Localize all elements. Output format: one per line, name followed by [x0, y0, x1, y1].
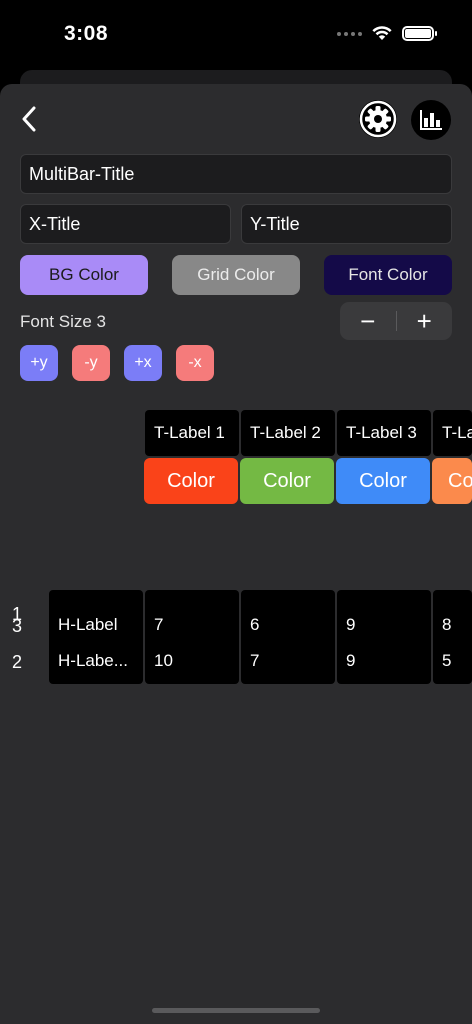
column-color-button[interactable]: Co [432, 458, 472, 504]
remove-column-button[interactable]: -x [176, 345, 214, 381]
column-color-button[interactable]: Color [240, 458, 334, 504]
status-time: 3:08 [64, 22, 109, 45]
back-button[interactable] [14, 102, 44, 136]
cellular-signal-icon [337, 31, 362, 36]
add-row-button[interactable]: +y [20, 345, 58, 381]
editor-sheet: MultiBar-Title X-Title Y-Title BG Color … [0, 84, 472, 1024]
font-size-stepper: − + [340, 302, 452, 340]
chevron-left-icon [22, 106, 36, 132]
add-column-button[interactable]: +x [124, 345, 162, 381]
data-cell[interactable]: 7 [145, 602, 239, 648]
home-indicator[interactable] [152, 1008, 320, 1013]
font-size-label: Font Size 3 [20, 312, 106, 331]
bar-chart-icon [420, 110, 442, 130]
bg-color-button[interactable]: BG Color [20, 255, 148, 295]
status-icons [337, 26, 437, 41]
battery-icon [402, 26, 437, 41]
data-cell[interactable]: 8 [433, 602, 472, 648]
column-header[interactable]: T-Label 3 [337, 410, 431, 456]
increment-button[interactable]: + [397, 302, 453, 340]
grid-color-button[interactable]: Grid Color [172, 255, 300, 295]
remove-row-button[interactable]: -y [72, 345, 110, 381]
row-number: 2 [12, 652, 23, 672]
font-color-button[interactable]: Font Color [324, 255, 452, 295]
decrement-button[interactable]: − [340, 302, 396, 340]
data-cell[interactable]: 6 [241, 602, 335, 648]
data-cell[interactable]: 9 [337, 602, 431, 648]
y-title-input[interactable]: Y-Title [241, 204, 452, 244]
column-header[interactable]: T-Label 1 [145, 410, 239, 456]
chart-preview-button[interactable] [411, 100, 451, 140]
gear-icon [359, 100, 397, 138]
column-color-button[interactable]: Color [336, 458, 430, 504]
settings-button[interactable] [359, 100, 397, 138]
row-header[interactable]: H-Label [49, 602, 143, 648]
chart-title-input[interactable]: MultiBar-Title [20, 154, 452, 194]
x-title-input[interactable]: X-Title [20, 204, 231, 244]
wifi-icon [372, 26, 392, 40]
row-number: 3 [12, 616, 23, 636]
status-bar: 3:08 [0, 0, 472, 64]
column-header[interactable]: T-Label 2 [241, 410, 335, 456]
column-header[interactable]: T-La [433, 410, 472, 456]
column-color-button[interactable]: Color [144, 458, 238, 504]
